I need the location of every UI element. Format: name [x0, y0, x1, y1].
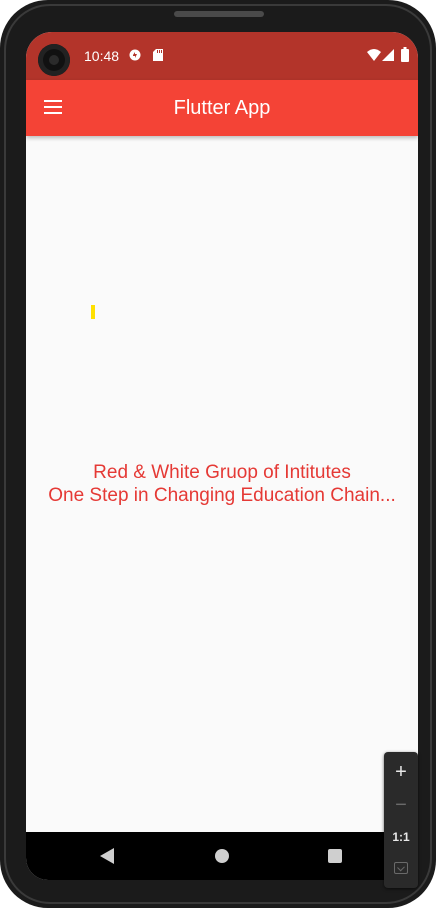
front-camera	[38, 44, 70, 76]
phone-frame: 10:48 Flutter App Red & White Gruop of I…	[0, 0, 436, 908]
zoom-in-button[interactable]: +	[384, 756, 418, 788]
zoom-controls: + − 1:1	[384, 752, 418, 888]
status-time: 10:48	[84, 48, 120, 64]
sd-card-icon	[153, 49, 163, 61]
recents-icon[interactable]	[328, 849, 342, 863]
yellow-marker	[91, 305, 95, 319]
phone-screen: 10:48 Flutter App Red & White Gruop of I…	[26, 32, 418, 880]
phone-speaker	[174, 11, 264, 17]
navigation-bar	[26, 832, 418, 880]
home-icon[interactable]	[215, 849, 229, 863]
back-icon[interactable]	[100, 848, 114, 864]
institute-name: Red & White Gruop of Intitutes	[93, 462, 351, 483]
fit-to-screen-icon[interactable]	[394, 862, 408, 874]
battery-icon	[401, 47, 409, 62]
zoom-ratio-button[interactable]: 1:1	[384, 821, 418, 853]
app-bar: Flutter App	[26, 80, 418, 136]
wifi-icon	[367, 49, 381, 61]
signal-icon	[382, 49, 394, 61]
app-title: Flutter App	[173, 97, 271, 119]
sync-icon	[129, 49, 141, 61]
status-bar: 10:48	[26, 32, 418, 80]
zoom-out-button[interactable]: −	[384, 789, 418, 821]
hamburger-menu-icon[interactable]	[44, 100, 62, 114]
body-text: Red & White Gruop of Intitutes One Step …	[26, 461, 418, 507]
institute-tagline: One Step in Changing Education Chain...	[48, 485, 396, 506]
